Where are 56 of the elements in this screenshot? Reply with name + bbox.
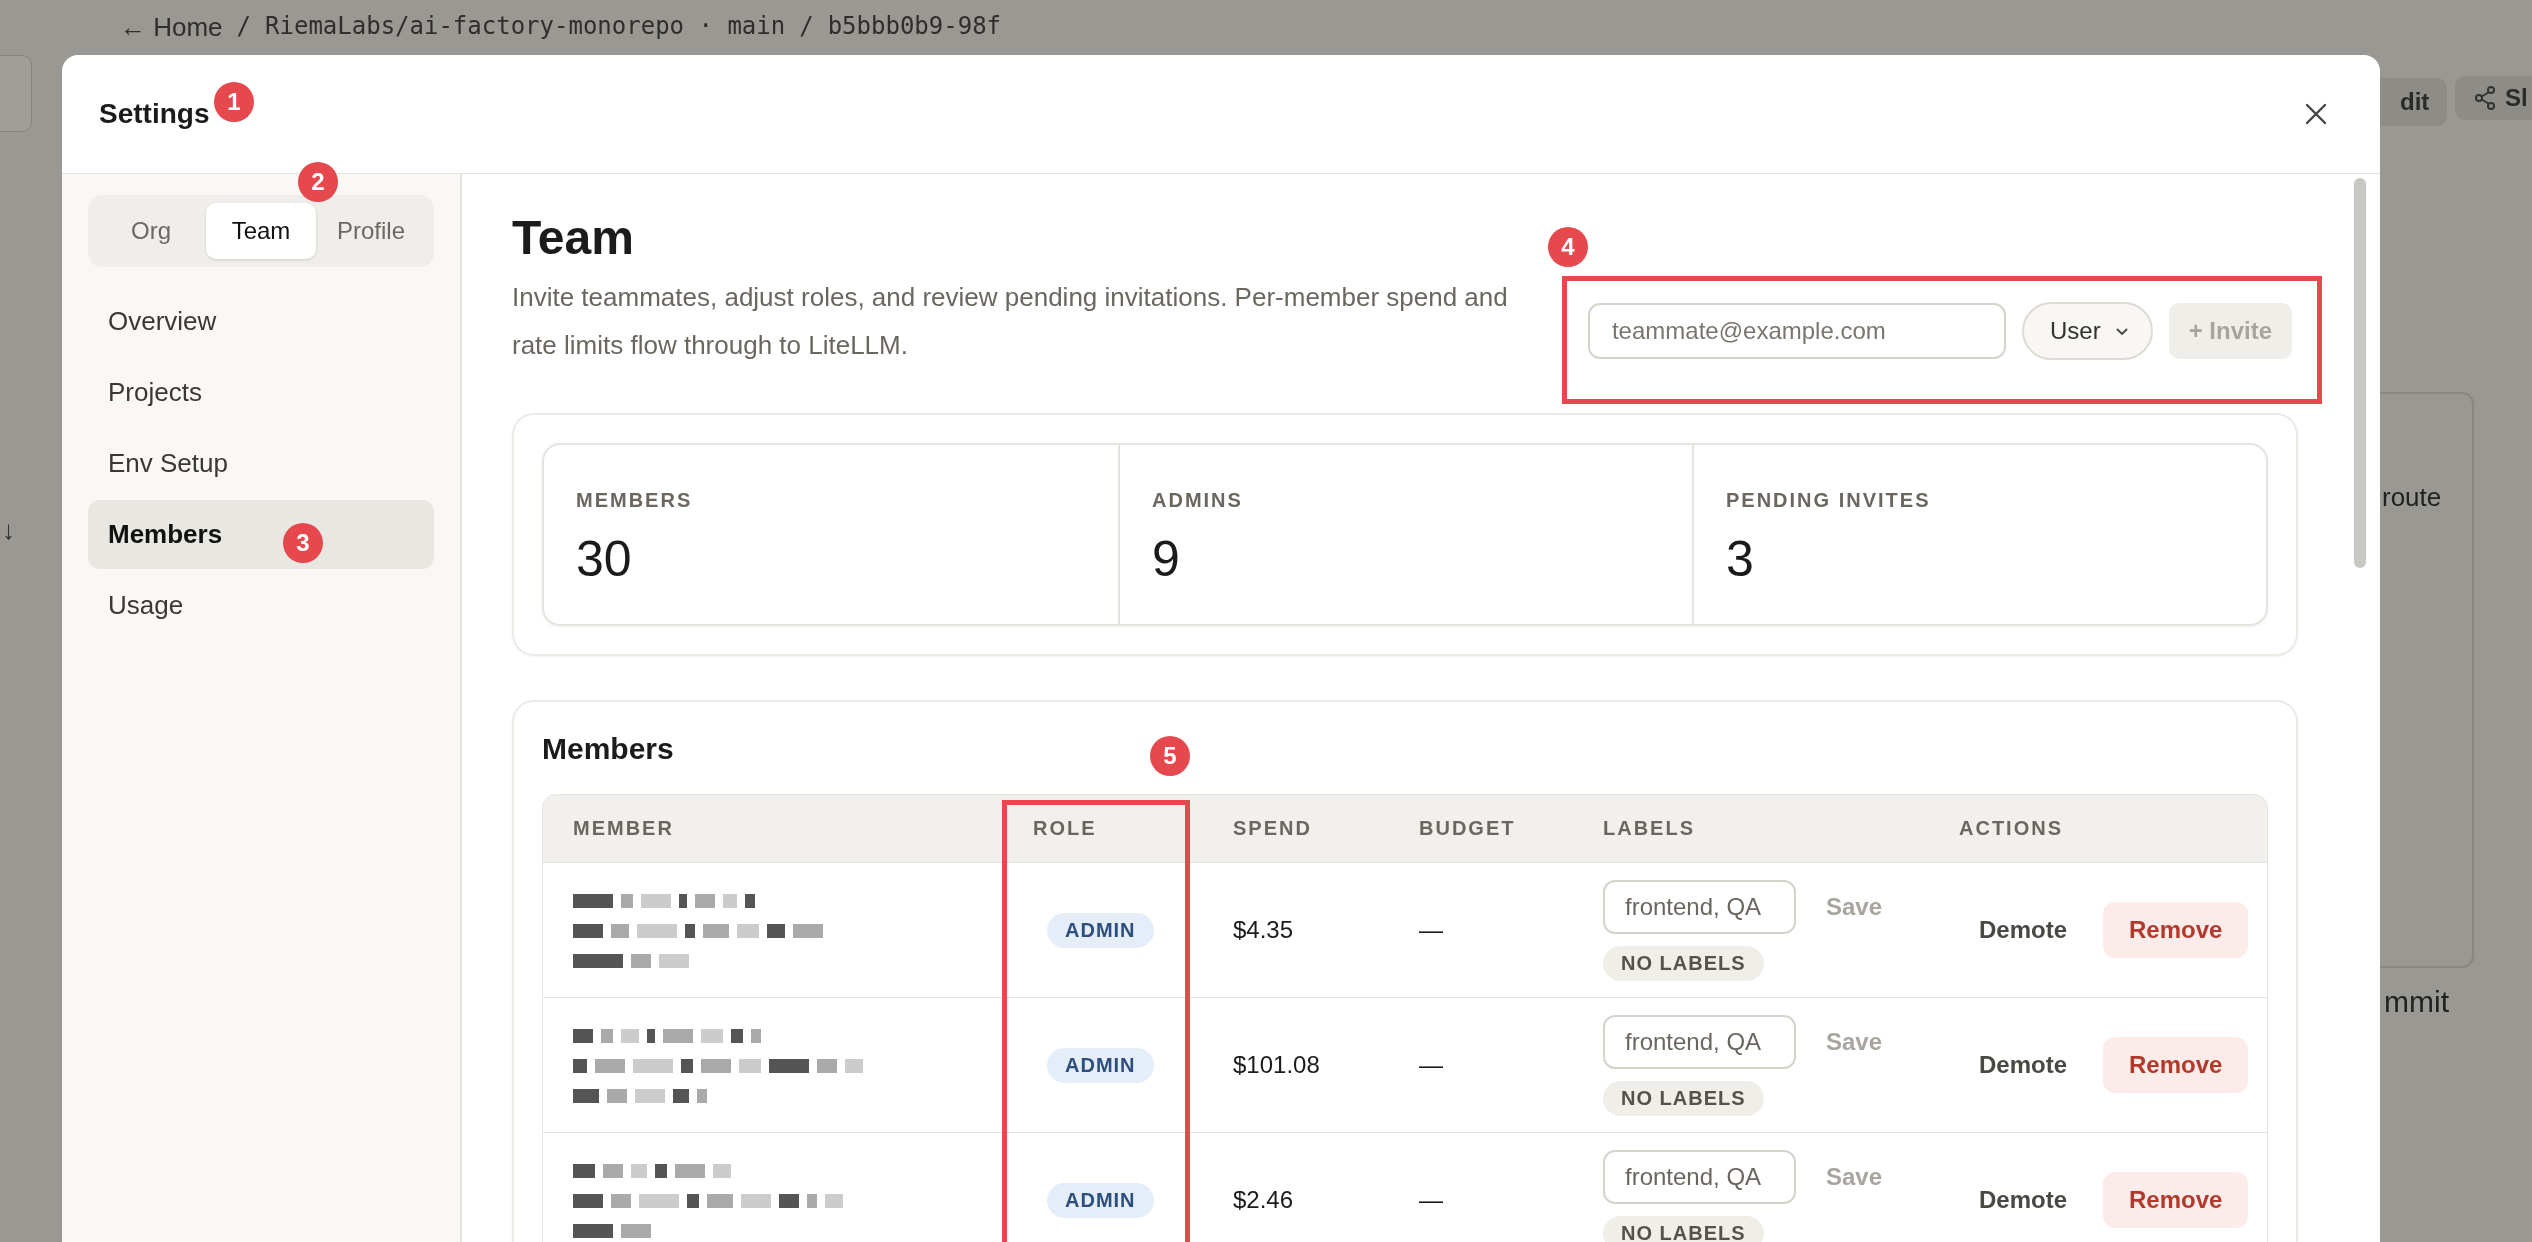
remove-button[interactable]: Remove [2103,902,2249,958]
labels-field[interactable]: frontend, QA [1603,1014,1796,1069]
close-icon [2304,102,2328,126]
chevron-down-icon [2114,326,2129,336]
tab[interactable]: Org [96,203,206,259]
labels-badge: NO LABELS [1603,945,1764,981]
labels-badge: NO LABELS [1603,1215,1764,1242]
dialog-title: Settings [99,98,210,130]
demote-button[interactable]: Demote [1979,1186,2068,1214]
column-header: ROLE [1032,816,1098,841]
sidebar-item[interactable]: Overview [88,287,434,356]
demote-button[interactable]: Demote [1979,1051,2068,1079]
breadcrumb-item[interactable]: ← Home [120,12,223,43]
role-badge: ADMIN [1047,912,1154,948]
stat-label: ADMINS [1152,489,1244,512]
labels-field[interactable]: frontend, QA [1603,879,1796,934]
tab[interactable]: Profile [316,203,426,259]
table-cell: $101.08 [1233,1051,1320,1079]
breadcrumb-item[interactable]: RiemaLabs/ai-factory-monorepo · main [265,12,786,43]
role-badge: ADMIN [1047,1182,1154,1218]
page-description: Invite teammates, adjust roles, and review pending invitations. Per-member spend and rate limits flow through to LiteLLM. [512,281,1509,362]
column-header: BUDGET [1418,816,1517,841]
stat-label: MEMBERS [576,489,694,512]
background-text: route [2382,482,2442,513]
role-badge: ADMIN [1047,1047,1154,1083]
breadcrumb-separator: / [799,12,814,42]
column-header: ACTIONS [1958,816,2064,841]
tab[interactable]: Team [206,203,316,259]
stat-value: 9 [1152,530,1181,588]
labels-badge: NO LABELS [1603,1080,1764,1116]
share-icon [2473,85,2497,111]
background-text: mmit [2384,985,2449,1019]
sidebar-item[interactable]: Projects [88,358,434,427]
background-text: ↓ [2,515,15,546]
column-header: SPEND [1232,816,1313,841]
remove-button[interactable]: Remove [2103,1172,2249,1228]
table-cell: — [1419,1051,1443,1079]
labels-field[interactable]: frontend, QA [1603,1149,1796,1204]
column-header: MEMBER [572,816,675,841]
section-title: Members [542,732,674,766]
share-button[interactable]: Sl [2455,76,2532,120]
stat-value: 3 [1726,530,1755,588]
remove-button[interactable]: Remove [2103,1037,2249,1093]
sidebar-item[interactable]: Env Setup [88,429,434,498]
stat-value: 30 [576,530,633,588]
breadcrumb-item: b5bbb0b9-98f [827,12,1002,42]
column-header: LABELS [1602,816,1696,841]
demote-button[interactable]: Demote [1979,916,2068,944]
table-cell: $2.46 [1233,1186,1294,1214]
page-title: Team [512,210,635,265]
breadcrumb-separator: / [236,12,252,42]
stat-label: PENDING INVITES [1726,489,1932,512]
table-cell: — [1419,1186,1443,1214]
table-cell: — [1419,916,1443,944]
sidebar-item[interactable]: Usage [88,571,434,640]
table-cell: $4.35 [1233,916,1294,944]
